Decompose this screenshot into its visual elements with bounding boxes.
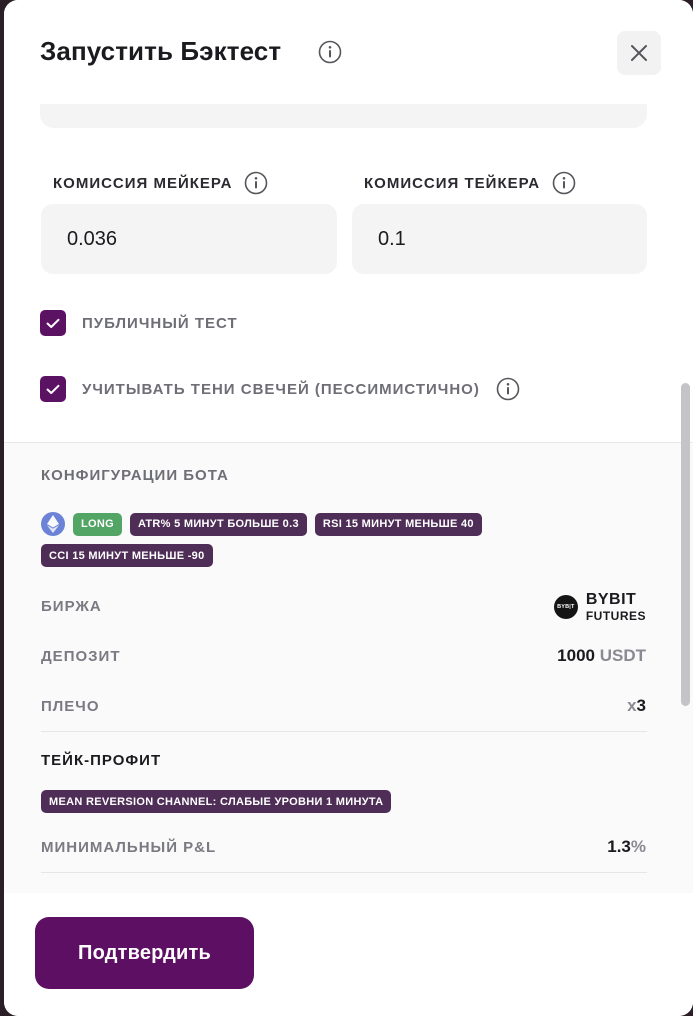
long-direction-badge: LONG <box>73 512 122 536</box>
backtest-dialog: КОМИССИЯ МЕЙКЕРА КОМИССИЯ ТЕЙКЕРА 0.036 … <box>4 0 693 1016</box>
leverage-prefix: x <box>627 696 637 715</box>
checkmark-icon <box>46 384 60 394</box>
min-pnl-number: 1.3 <box>607 837 631 856</box>
info-icon[interactable] <box>244 171 268 195</box>
min-pnl-label: МИНИМАЛЬНЫЙ P&L <box>41 839 217 856</box>
bot-config-tags: LONG ATR% 5 МИНУТ БОЛЬШЕ 0.3 RSI 15 МИНУ… <box>41 512 561 567</box>
min-pnl-value: 1.3% <box>607 837 646 857</box>
take-profit-tag-row: MEAN REVERSION CHANNEL: СЛАБЫЕ УРОВНИ 1 … <box>41 790 392 813</box>
leverage-value: x3 <box>627 696 646 716</box>
dialog-footer: Подтвердить <box>4 894 693 1016</box>
candle-shadows-option[interactable]: УЧИТЫВАТЬ ТЕНИ СВЕЧЕЙ (ПЕССИМИСТИЧНО) <box>40 376 520 402</box>
confirm-button[interactable]: Подтвердить <box>35 917 254 989</box>
min-pnl-unit: % <box>630 837 646 856</box>
bot-config-title: КОНФИГУРАЦИИ БОТА <box>41 467 229 484</box>
leverage-number: 3 <box>636 696 646 715</box>
maker-fee-label: КОМИССИЯ МЕЙКЕРА <box>53 174 233 192</box>
taker-fee-input[interactable]: 0.1 <box>352 204 647 274</box>
close-button[interactable] <box>617 31 661 75</box>
taker-fee-label: КОМИССИЯ ТЕЙКЕРА <box>364 174 541 192</box>
bot-config-section <box>4 443 693 893</box>
take-profit-title: ТЕЙК-ПРОФИТ <box>41 752 162 769</box>
divider <box>41 731 647 732</box>
scrollbar-thumb[interactable] <box>681 383 690 706</box>
checkmark-icon <box>46 318 60 328</box>
deposit-value: 1000 USDT <box>557 646 646 666</box>
info-icon[interactable] <box>496 377 520 401</box>
take-profit-condition-tag: MEAN REVERSION CHANNEL: СЛАБЫЕ УРОВНИ 1 … <box>41 790 392 813</box>
public-test-label: ПУБЛИЧНЫЙ ТЕСТ <box>82 314 238 332</box>
exchange-name: BYBIT <box>585 591 637 608</box>
deposit-currency: USDT <box>599 646 646 665</box>
close-icon <box>631 45 647 61</box>
maker-fee-label-row: КОМИССИЯ МЕЙКЕРА <box>53 171 268 195</box>
ethereum-icon <box>41 512 65 536</box>
info-icon[interactable] <box>552 171 576 195</box>
dialog-title: Запустить Бэктест <box>40 36 282 66</box>
deposit-amount: 1000 <box>557 646 595 665</box>
exchange-market: FUTURES <box>585 609 646 623</box>
divider <box>41 872 647 873</box>
deposit-label: ДЕПОЗИТ <box>41 648 121 665</box>
condition-tag: ATR% 5 МИНУТ БОЛЬШЕ 0.3 <box>129 512 307 536</box>
dialog-scroll-area[interactable]: КОМИССИЯ МЕЙКЕРА КОМИССИЯ ТЕЙКЕРА 0.036 … <box>4 0 693 1016</box>
exchange-label: БИРЖА <box>41 598 102 615</box>
dialog-header: Запустить Бэктест <box>4 0 693 104</box>
condition-tag: CCI 15 МИНУТ МЕНЬШЕ -90 <box>41 544 213 567</box>
info-icon[interactable] <box>318 40 342 64</box>
taker-fee-label-row: КОМИССИЯ ТЕЙКЕРА <box>364 171 576 195</box>
condition-tag: RSI 15 МИНУТ МЕНЬШЕ 40 <box>314 512 482 536</box>
bybit-logo-icon: BYB|T <box>553 595 578 619</box>
candle-shadows-label: УЧИТЫВАТЬ ТЕНИ СВЕЧЕЙ (ПЕССИМИСТИЧНО) <box>82 380 480 398</box>
public-test-checkbox[interactable] <box>40 310 66 336</box>
exchange-value: BYB|T BYBIT FUTURES <box>553 591 646 623</box>
public-test-option[interactable]: ПУБЛИЧНЫЙ ТЕСТ <box>40 310 238 336</box>
candle-shadows-checkbox[interactable] <box>40 376 66 402</box>
maker-fee-input[interactable]: 0.036 <box>41 204 337 274</box>
leverage-label: ПЛЕЧО <box>41 698 100 715</box>
